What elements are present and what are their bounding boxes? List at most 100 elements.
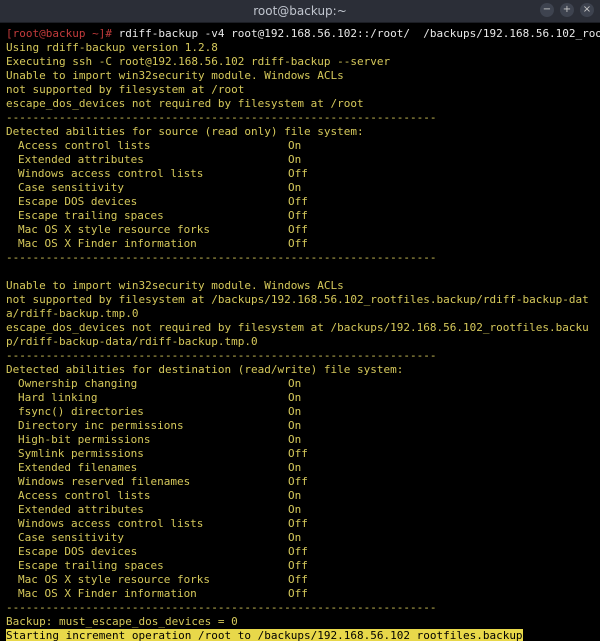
ability-value: On [288, 461, 301, 475]
highlighted-line: Starting increment operation /root to /b… [6, 629, 594, 641]
ability-label: Escape trailing spaces [6, 559, 288, 573]
ability-value: On [288, 405, 301, 419]
ability-row: Mac OS X style resource forksOff [6, 573, 594, 587]
minimize-icon[interactable]: − [540, 3, 554, 17]
ability-value: Off [288, 167, 308, 181]
output-line: escape_dos_devices not required by files… [6, 97, 594, 111]
window-buttons: − + × [540, 3, 594, 17]
maximize-icon[interactable]: + [560, 3, 574, 17]
ability-row: Case sensitivityOn [6, 531, 594, 545]
ability-row: Access control listsOn [6, 139, 594, 153]
ability-label: Windows reserved filenames [6, 475, 288, 489]
ability-row: Mac OS X Finder informationOff [6, 237, 594, 251]
ability-row: Escape trailing spacesOff [6, 209, 594, 223]
dest-header: Detected abilities for destination (read… [6, 363, 594, 377]
ability-label: Ownership changing [6, 377, 288, 391]
divider: ----------------------------------------… [6, 601, 594, 615]
ability-label: Symlink permissions [6, 447, 288, 461]
ability-value: Off [288, 195, 308, 209]
output-line: Unable to import win32security module. W… [6, 69, 594, 83]
ability-value: On [288, 139, 301, 153]
output-line: not supported by filesystem at /backups/… [6, 293, 594, 307]
command-text: rdiff-backup -v4 root@192.168.56.102::/r… [119, 27, 600, 40]
ability-row: Windows reserved filenamesOff [6, 475, 594, 489]
ability-row: Windows access control listsOff [6, 517, 594, 531]
ability-label: Hard linking [6, 391, 288, 405]
output-line: Using rdiff-backup version 1.2.8 [6, 41, 594, 55]
ability-label: Windows access control lists [6, 167, 288, 181]
ability-label: Escape DOS devices [6, 195, 288, 209]
ability-row: Mac OS X Finder informationOff [6, 587, 594, 601]
ability-label: Case sensitivity [6, 181, 288, 195]
ability-value: On [288, 419, 301, 433]
ability-label: Access control lists [6, 489, 288, 503]
ability-value: Off [288, 209, 308, 223]
ability-value: On [288, 377, 301, 391]
ability-label: Case sensitivity [6, 531, 288, 545]
output-line: Executing ssh -C root@192.168.56.102 rdi… [6, 55, 594, 69]
output-line: p/rdiff-backup-data/rdiff-backup.tmp.0 [6, 335, 594, 349]
ability-value: On [288, 433, 301, 447]
terminal-output[interactable]: [root@backup ~]# rdiff-backup -v4 root@1… [0, 23, 600, 641]
prompt-line: [root@backup ~]# rdiff-backup -v4 root@1… [6, 27, 594, 41]
divider: ----------------------------------------… [6, 111, 594, 125]
ability-value: On [288, 181, 301, 195]
ability-value: Off [288, 559, 308, 573]
ability-label: Extended filenames [6, 461, 288, 475]
ability-row: Extended attributesOn [6, 503, 594, 517]
ability-row: Ownership changingOn [6, 377, 594, 391]
ability-row: Extended attributesOn [6, 153, 594, 167]
ability-row: Access control listsOn [6, 489, 594, 503]
ability-row: Escape trailing spacesOff [6, 559, 594, 573]
ability-value: On [288, 531, 301, 545]
ability-label: Access control lists [6, 139, 288, 153]
ability-row: Directory inc permissionsOn [6, 419, 594, 433]
increment-operation-text: Starting increment operation /root to /b… [6, 629, 523, 641]
ability-value: Off [288, 237, 308, 251]
output-line: a/rdiff-backup.tmp.0 [6, 307, 594, 321]
blank-line [6, 265, 594, 279]
ability-value: Off [288, 545, 308, 559]
ability-label: fsync() directories [6, 405, 288, 419]
ability-row: Windows access control listsOff [6, 167, 594, 181]
ability-row: Mac OS X style resource forksOff [6, 223, 594, 237]
titlebar[interactable]: root@backup:~ − + × [0, 0, 600, 23]
ability-label: Directory inc permissions [6, 419, 288, 433]
shell-prompt: [root@backup ~]# [6, 27, 112, 40]
ability-label: Windows access control lists [6, 517, 288, 531]
close-icon[interactable]: × [580, 3, 594, 17]
ability-value: On [288, 489, 301, 503]
ability-row: Escape DOS devicesOff [6, 195, 594, 209]
ability-row: fsync() directoriesOn [6, 405, 594, 419]
ability-row: Hard linkingOn [6, 391, 594, 405]
ability-row: Extended filenamesOn [6, 461, 594, 475]
ability-label: Escape trailing spaces [6, 209, 288, 223]
ability-label: Escape DOS devices [6, 545, 288, 559]
ability-row: Symlink permissionsOff [6, 447, 594, 461]
ability-value: On [288, 391, 301, 405]
ability-value: Off [288, 587, 308, 601]
ability-value: Off [288, 475, 308, 489]
divider: ----------------------------------------… [6, 251, 594, 265]
footer-line: Backup: must_escape_dos_devices = 0 [6, 615, 594, 629]
ability-label: Mac OS X Finder information [6, 237, 288, 251]
ability-row: Case sensitivityOn [6, 181, 594, 195]
ability-value: Off [288, 573, 308, 587]
ability-row: Escape DOS devicesOff [6, 545, 594, 559]
output-line: not supported by filesystem at /root [6, 83, 594, 97]
source-header: Detected abilities for source (read only… [6, 125, 594, 139]
ability-label: Mac OS X style resource forks [6, 223, 288, 237]
ability-label: Extended attributes [6, 503, 288, 517]
ability-value: On [288, 153, 301, 167]
terminal-window: root@backup:~ − + × [root@backup ~]# rdi… [0, 0, 600, 641]
ability-value: Off [288, 447, 308, 461]
ability-label: Mac OS X Finder information [6, 587, 288, 601]
ability-label: Mac OS X style resource forks [6, 573, 288, 587]
ability-value: Off [288, 517, 308, 531]
ability-label: Extended attributes [6, 153, 288, 167]
ability-value: On [288, 503, 301, 517]
output-line: escape_dos_devices not required by files… [6, 321, 594, 335]
window-title: root@backup:~ [0, 4, 600, 18]
ability-value: Off [288, 223, 308, 237]
output-line: Unable to import win32security module. W… [6, 279, 594, 293]
